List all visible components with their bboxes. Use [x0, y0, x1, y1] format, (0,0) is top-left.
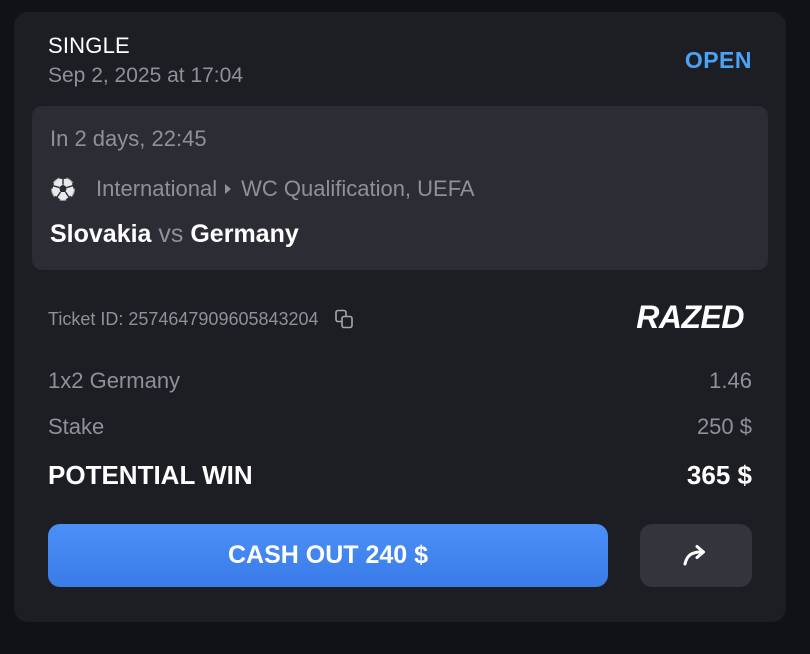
status-badge: OPEN — [684, 47, 752, 73]
event-league: WC Qualification, UEFA — [241, 176, 475, 201]
potential-win-value: 365 $ — [686, 460, 752, 490]
copy-icon[interactable] — [333, 308, 355, 330]
event-breadcrumb: International WC Qualification, UEFA — [50, 176, 475, 202]
event-match: Slovakia vs Germany — [50, 220, 299, 249]
home-team: Slovakia — [50, 220, 152, 248]
event-category: International — [96, 176, 218, 201]
selection-odds: 1.46 — [709, 368, 752, 393]
potential-win-row: POTENTIAL WIN 365 $ — [48, 460, 752, 491]
razed-logo: RAZED — [636, 300, 745, 332]
away-team: Germany — [190, 220, 299, 248]
ticket-id: Ticket ID: 2574647909605843204 — [48, 308, 319, 329]
bet-ticket-card: SINGLE Sep 2, 2025 at 17:04 OPEN In 2 da… — [14, 12, 786, 622]
stake-label: Stake — [48, 414, 105, 439]
breadcrumb-separator-icon — [225, 184, 232, 194]
ticket-id-row: Ticket ID: 2574647909605843204 — [48, 308, 355, 330]
share-arrow-icon — [683, 544, 705, 565]
stake-value: 250 $ — [696, 414, 752, 439]
share-button[interactable] — [640, 524, 752, 587]
cash-out-button[interactable]: CASH OUT 240 $ — [48, 524, 608, 587]
selection-row: 1x2 Germany 1.46 — [48, 368, 752, 394]
event-start-time: In 2 days, 22:45 — [50, 126, 207, 151]
bet-placed-date: Sep 2, 2025 at 17:04 — [48, 64, 243, 87]
potential-win-label: POTENTIAL WIN — [48, 460, 253, 490]
event-box[interactable]: In 2 days, 22:45 International WC Qualif… — [32, 106, 768, 270]
bet-type: SINGLE — [48, 33, 130, 58]
stake-row: Stake 250 $ — [48, 414, 752, 440]
vs-label: vs — [158, 220, 184, 248]
svg-text:RAZED: RAZED — [636, 300, 744, 332]
soccer-ball-icon — [50, 176, 76, 201]
selection-label: 1x2 Germany — [48, 368, 181, 393]
